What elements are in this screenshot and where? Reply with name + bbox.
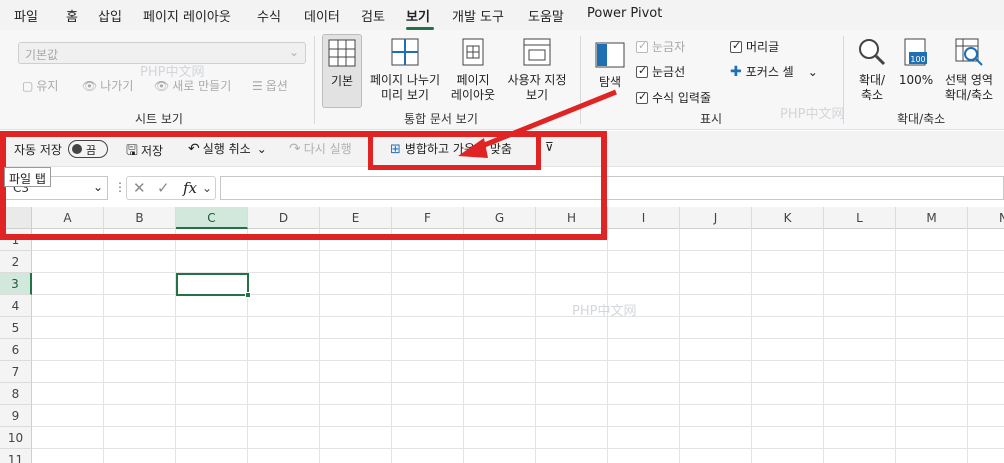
zoom-100-icon-text: 100 <box>910 55 925 64</box>
ruler-checkbox[interactable]: 눈금자 <box>636 38 685 55</box>
column-header-i[interactable]: I <box>608 207 680 229</box>
active-cell[interactable] <box>176 273 249 296</box>
row-header-4[interactable]: 4 <box>0 295 32 317</box>
page-break-icon <box>391 38 419 66</box>
column-header-k[interactable]: K <box>752 207 824 229</box>
keep-label: 유지 <box>36 79 59 93</box>
headings-checkbox[interactable]: 머리글 <box>730 38 779 55</box>
watermark: PHP中文网 <box>140 65 205 80</box>
custom-view-icon <box>523 38 551 66</box>
tab-view[interactable]: 보기 <box>406 6 430 25</box>
normal-view-button[interactable]: 기본 <box>322 34 362 108</box>
new-view-label: 새로 만들기 <box>172 79 232 93</box>
tab-power-pivot[interactable]: Power Pivot <box>587 6 662 21</box>
page-break-preview-button[interactable]: 페이지 나누기 미리 보기 <box>366 34 444 103</box>
custom-views-label: 사용자 지정 보기 <box>507 73 567 102</box>
gridlines-checkbox[interactable]: 눈금선 <box>636 63 685 80</box>
focus-cell-button[interactable]: ✚ 포커스 셀 ⌄ <box>730 63 818 80</box>
row-header-7[interactable]: 7 <box>0 361 32 383</box>
navigation-label: 탐색 <box>598 75 622 89</box>
keep-icon: ▢ <box>22 79 34 93</box>
tab-formulas[interactable]: 수식 <box>257 6 281 25</box>
custom-views-button[interactable]: 사용자 지정 보기 <box>503 34 571 103</box>
column-header-l[interactable]: L <box>824 207 896 229</box>
keep-button[interactable]: ▢ 유지 <box>22 77 58 94</box>
sheet-view-value: 기본값 <box>25 48 59 62</box>
row-header-11[interactable]: 11 <box>0 449 32 463</box>
workbook-views-group-label: 통합 문서 보기 <box>404 112 478 126</box>
ribbon-tabs: 파일 홈 삽입 페이지 레이아웃 수식 데이터 검토 보기 개발 도구 도움말 … <box>0 0 1004 30</box>
tab-developer[interactable]: 개발 도구 <box>452 6 504 25</box>
formula-bar-label: 수식 입력줄 <box>652 91 712 105</box>
row-header-9[interactable]: 9 <box>0 405 32 427</box>
watermark: PHP中文网 <box>780 107 845 122</box>
tab-help[interactable]: 도움말 <box>528 6 564 25</box>
grid-icon <box>328 39 356 67</box>
chevron-down-icon: ⌄ <box>288 45 299 59</box>
zoom-100-icon: 100 <box>904 38 927 66</box>
zoom-group-label: 확대/축소 <box>897 112 946 126</box>
tab-file[interactable]: 파일 <box>14 6 38 25</box>
sheet-view-group-label: 시트 보기 <box>135 112 183 126</box>
row-header-10[interactable]: 10 <box>0 427 32 449</box>
watermark: PHP中文网 <box>572 304 637 319</box>
cell-grid[interactable] <box>32 229 1004 463</box>
page-layout-view-button[interactable]: 페이지 레이아웃 <box>448 34 498 103</box>
zoom-to-selection-button[interactable]: 선택 영역 확대/축소 <box>938 34 1000 103</box>
file-tab-tooltip: 파일 탭 <box>4 167 51 187</box>
zoom-100-label: 100% <box>898 73 934 87</box>
zoom-label: 확대/ 축소 <box>858 73 886 102</box>
tab-review[interactable]: 검토 <box>361 6 385 25</box>
navigation-button[interactable]: 탐색 <box>590 34 630 90</box>
normal-view-label: 기본 <box>330 74 354 88</box>
row-header-5[interactable]: 5 <box>0 317 32 339</box>
exit-label: 나가기 <box>100 79 134 93</box>
navigation-pane-icon <box>595 42 625 68</box>
row-header-8[interactable]: 8 <box>0 383 32 405</box>
eye-exit-icon: 👁 <box>82 79 98 93</box>
zoom-100-button[interactable]: 100 100% <box>898 34 934 88</box>
group-divider <box>580 36 581 124</box>
focus-cell-label: 포커스 셀 <box>745 65 794 79</box>
group-divider <box>314 36 315 124</box>
tab-insert[interactable]: 삽입 <box>98 6 122 25</box>
column-header-m[interactable]: M <box>896 207 968 229</box>
formula-bar-checkbox[interactable]: 수식 입력줄 <box>636 89 711 106</box>
row-header-2[interactable]: 2 <box>0 251 32 273</box>
page-break-preview-label: 페이지 나누기 미리 보기 <box>369 73 441 102</box>
highlight-box-merge <box>368 131 541 170</box>
list-icon: ☰ <box>252 79 263 93</box>
gridlines-label: 눈금선 <box>652 65 686 79</box>
magnifier-icon <box>859 39 886 66</box>
column-header-j[interactable]: J <box>680 207 752 229</box>
options-button[interactable]: ☰ 옵션 <box>252 77 288 94</box>
zoom-to-selection-label: 선택 영역 확대/축소 <box>944 73 994 102</box>
show-group-label: 표시 <box>700 112 723 126</box>
column-header-n[interactable]: N <box>968 207 1004 229</box>
zoom-button[interactable]: 확대/ 축소 <box>852 34 892 103</box>
focus-cell-icon: ✚ <box>730 64 742 80</box>
fill-handle[interactable] <box>245 292 251 298</box>
eye-new-icon: 👁 <box>154 79 170 93</box>
ruler-label: 눈금자 <box>652 40 686 54</box>
tab-home[interactable]: 홈 <box>66 6 78 25</box>
tab-page-layout[interactable]: 페이지 레이아웃 <box>143 6 231 25</box>
page-layout-view-label: 페이지 레이아웃 <box>450 73 496 102</box>
tab-data[interactable]: 데이터 <box>304 6 340 25</box>
row-header-3[interactable]: 3 <box>0 273 32 295</box>
row-header-6[interactable]: 6 <box>0 339 32 361</box>
exit-button[interactable]: 👁 나가기 <box>82 77 133 94</box>
options-label: 옵션 <box>265 79 288 93</box>
chevron-down-icon: ⌄ <box>807 65 818 79</box>
headings-label: 머리글 <box>746 40 780 54</box>
ribbon: 기본값 ⌄ ▢ 유지 👁 나가기 👁 새로 만들기 ☰ 옵션 시트 보기 기본 페이지 … <box>0 30 1004 130</box>
page-layout-icon <box>462 38 484 66</box>
zoom-selection-icon <box>955 38 983 66</box>
